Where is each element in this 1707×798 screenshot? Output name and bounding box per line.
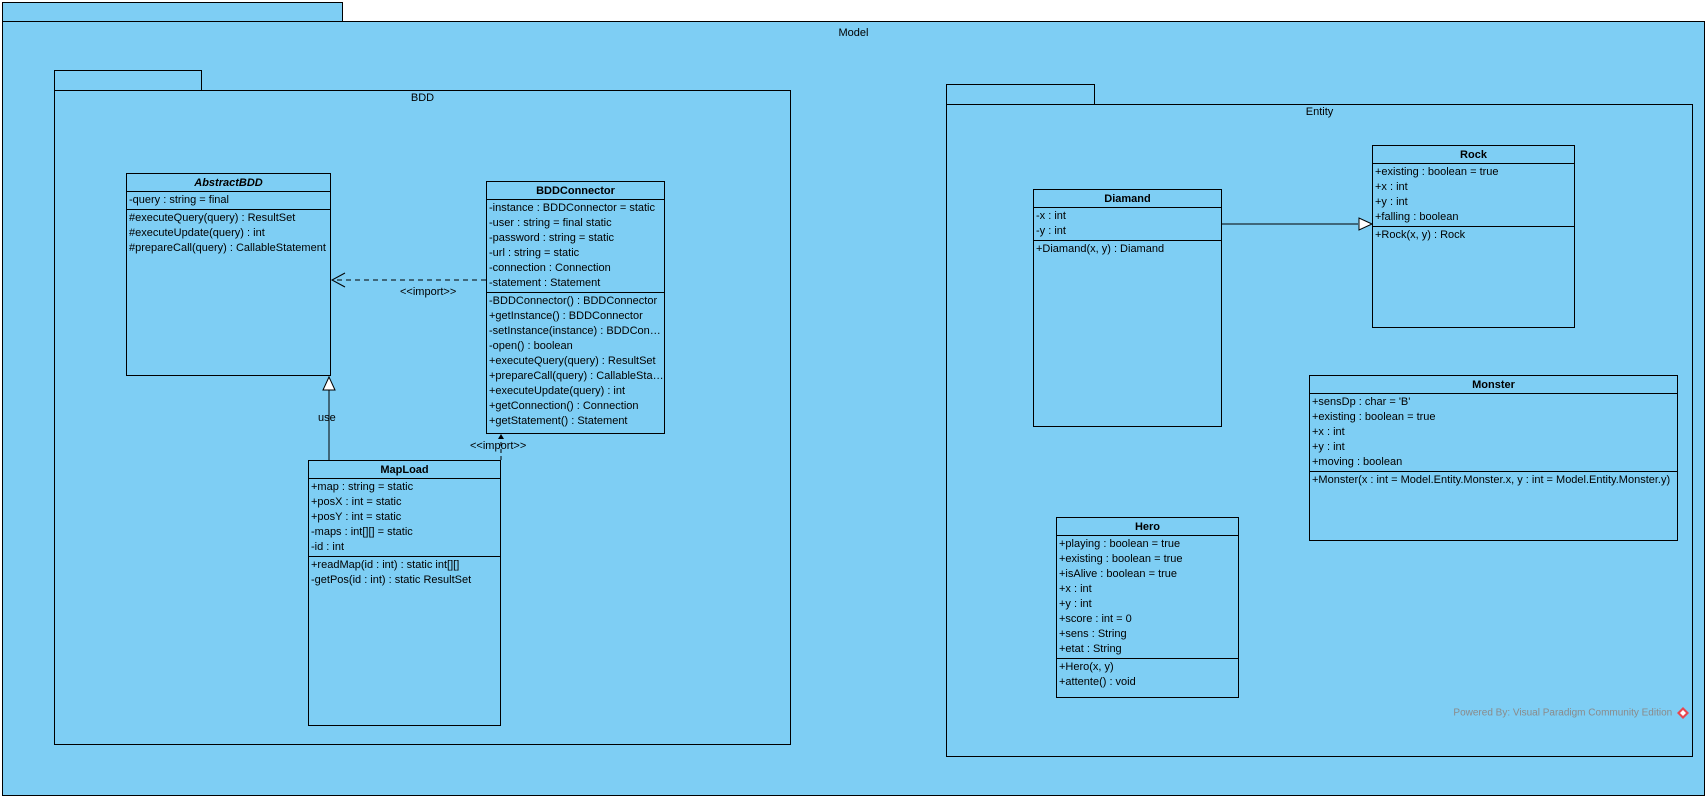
- class-hero[interactable]: Hero +playing : boolean = true +existing…: [1056, 517, 1239, 698]
- attribute: -query : string = final: [129, 194, 229, 206]
- import-label-2: <<import>>: [470, 440, 527, 452]
- operation: #executeUpdate(query) : int: [129, 227, 265, 239]
- operation: -getPos(id : int) : static ResultSet: [311, 574, 472, 586]
- operation: +Monster(x : int = Model.Entity.Monster.…: [1312, 474, 1671, 486]
- model-package-title: Model: [838, 27, 869, 39]
- attribute: +sens : String: [1059, 628, 1127, 640]
- class-bddconnector[interactable]: BDDConnector -instance : BDDConnector = …: [486, 181, 665, 434]
- attributes-compartment: +playing : boolean = true +existing : bo…: [1057, 536, 1238, 659]
- class-mapload[interactable]: MapLoad +map : string = static +posX : i…: [308, 460, 501, 726]
- attribute: +posY : int = static: [311, 511, 402, 523]
- attribute: -y : int: [1036, 225, 1066, 237]
- attribute: +isAlive : boolean = true: [1059, 568, 1178, 580]
- operation: +Diamand(x, y) : Diamand: [1036, 243, 1165, 255]
- operations-compartment: +Rock(x, y) : Rock: [1373, 227, 1574, 244]
- attributes-compartment: +existing : boolean = true +x : int +y :…: [1373, 164, 1574, 227]
- attribute: +x : int: [1312, 426, 1345, 438]
- operation: +Rock(x, y) : Rock: [1375, 229, 1466, 241]
- attribute: +sensDp : char = 'B': [1312, 396, 1411, 408]
- attributes-compartment: -x : int -y : int: [1034, 208, 1221, 241]
- watermark: Powered By: Visual Paradigm Community Ed…: [1453, 707, 1689, 719]
- use-label: use: [318, 412, 336, 424]
- model-package-tab: [2, 2, 343, 22]
- attributes-compartment: -query : string = final: [127, 192, 330, 210]
- entity-package-title: Entity: [1305, 106, 1334, 118]
- bdd-package-tab: [54, 70, 202, 91]
- visual-paradigm-logo-icon: [1677, 707, 1689, 719]
- attribute: +x : int: [1375, 181, 1408, 193]
- attribute: -id : int: [311, 541, 345, 553]
- entity-package-tab: [946, 84, 1095, 105]
- class-diamand[interactable]: Diamand -x : int -y : int +Diamand(x, y)…: [1033, 189, 1222, 427]
- operation: +prepareCall(query) : CallableStat...: [489, 370, 664, 382]
- attribute: +y : int: [1375, 196, 1408, 208]
- class-rock[interactable]: Rock +existing : boolean = true +x : int…: [1372, 145, 1575, 328]
- operation: -open() : boolean: [489, 340, 573, 352]
- operation: +getInstance() : BDDConnector: [489, 310, 643, 322]
- attribute: +y : int: [1312, 441, 1345, 453]
- attribute: +posX : int = static: [311, 496, 402, 508]
- operation: #executeQuery(query) : ResultSet: [129, 212, 296, 224]
- attribute: +x : int: [1059, 583, 1092, 595]
- attribute: +y : int: [1059, 598, 1092, 610]
- class-name: BDDConnector: [487, 182, 664, 200]
- attribute: -instance : BDDConnector = static: [489, 202, 655, 214]
- operations-compartment: #executeQuery(query) : ResultSet #execut…: [127, 210, 330, 257]
- class-name: MapLoad: [309, 461, 500, 479]
- bdd-package-title: BDD: [410, 92, 435, 104]
- operation: -BDDConnector() : BDDConnector: [489, 295, 658, 307]
- operations-compartment: +Hero(x, y) +attente() : void: [1057, 659, 1238, 691]
- attribute: +score : int = 0: [1059, 613, 1132, 625]
- attribute: +playing : boolean = true: [1059, 538, 1181, 550]
- class-name: Rock: [1373, 146, 1574, 164]
- attribute: -url : string = static: [489, 247, 580, 259]
- attribute: +existing : boolean = true: [1059, 553, 1183, 565]
- operation: +executeQuery(query) : ResultSet: [489, 355, 656, 367]
- operation: +attente() : void: [1059, 676, 1136, 688]
- attributes-compartment: +sensDp : char = 'B' +existing : boolean…: [1310, 394, 1677, 472]
- attribute: +falling : boolean: [1375, 211, 1459, 223]
- operation: +Hero(x, y): [1059, 661, 1114, 673]
- operations-compartment: -BDDConnector() : BDDConnector +getInsta…: [487, 293, 664, 430]
- attribute: -statement : Statement: [489, 277, 601, 289]
- class-name: AbstractBDD: [127, 174, 330, 192]
- attribute: -connection : Connection: [489, 262, 611, 274]
- operations-compartment: +Diamand(x, y) : Diamand: [1034, 241, 1221, 258]
- operation: +getConnection() : Connection: [489, 400, 639, 412]
- operation: +readMap(id : int) : static int[][]: [311, 559, 460, 571]
- operation: #prepareCall(query) : CallableStatement: [129, 242, 326, 254]
- class-name: Hero: [1057, 518, 1238, 536]
- operation: +executeUpdate(query) : int: [489, 385, 626, 397]
- class-name: Diamand: [1034, 190, 1221, 208]
- attribute: -user : string = final static: [489, 217, 612, 229]
- operation: +getStatement() : Statement: [489, 415, 628, 427]
- class-name: Monster: [1310, 376, 1677, 394]
- operation: -setInstance(instance) : BDDConn...: [489, 325, 664, 337]
- watermark-text: Powered By: Visual Paradigm Community Ed…: [1453, 707, 1673, 719]
- attributes-compartment: -instance : BDDConnector = static -user …: [487, 200, 664, 293]
- attribute: -x : int: [1036, 210, 1066, 222]
- attribute: -password : string = static: [489, 232, 615, 244]
- attribute: +etat : String: [1059, 643, 1122, 655]
- operations-compartment: +readMap(id : int) : static int[][] -get…: [309, 557, 500, 589]
- attribute: +existing : boolean = true: [1312, 411, 1436, 423]
- attribute: +existing : boolean = true: [1375, 166, 1499, 178]
- attribute: -maps : int[][] = static: [311, 526, 413, 538]
- class-abstractbdd[interactable]: AbstractBDD -query : string = final #exe…: [126, 173, 331, 376]
- operations-compartment: +Monster(x : int = Model.Entity.Monster.…: [1310, 472, 1677, 489]
- attribute: +moving : boolean: [1312, 456, 1403, 468]
- class-monster[interactable]: Monster +sensDp : char = 'B' +existing :…: [1309, 375, 1678, 541]
- attribute: +map : string = static: [311, 481, 414, 493]
- import-label: <<import>>: [400, 286, 457, 298]
- attributes-compartment: +map : string = static +posX : int = sta…: [309, 479, 500, 557]
